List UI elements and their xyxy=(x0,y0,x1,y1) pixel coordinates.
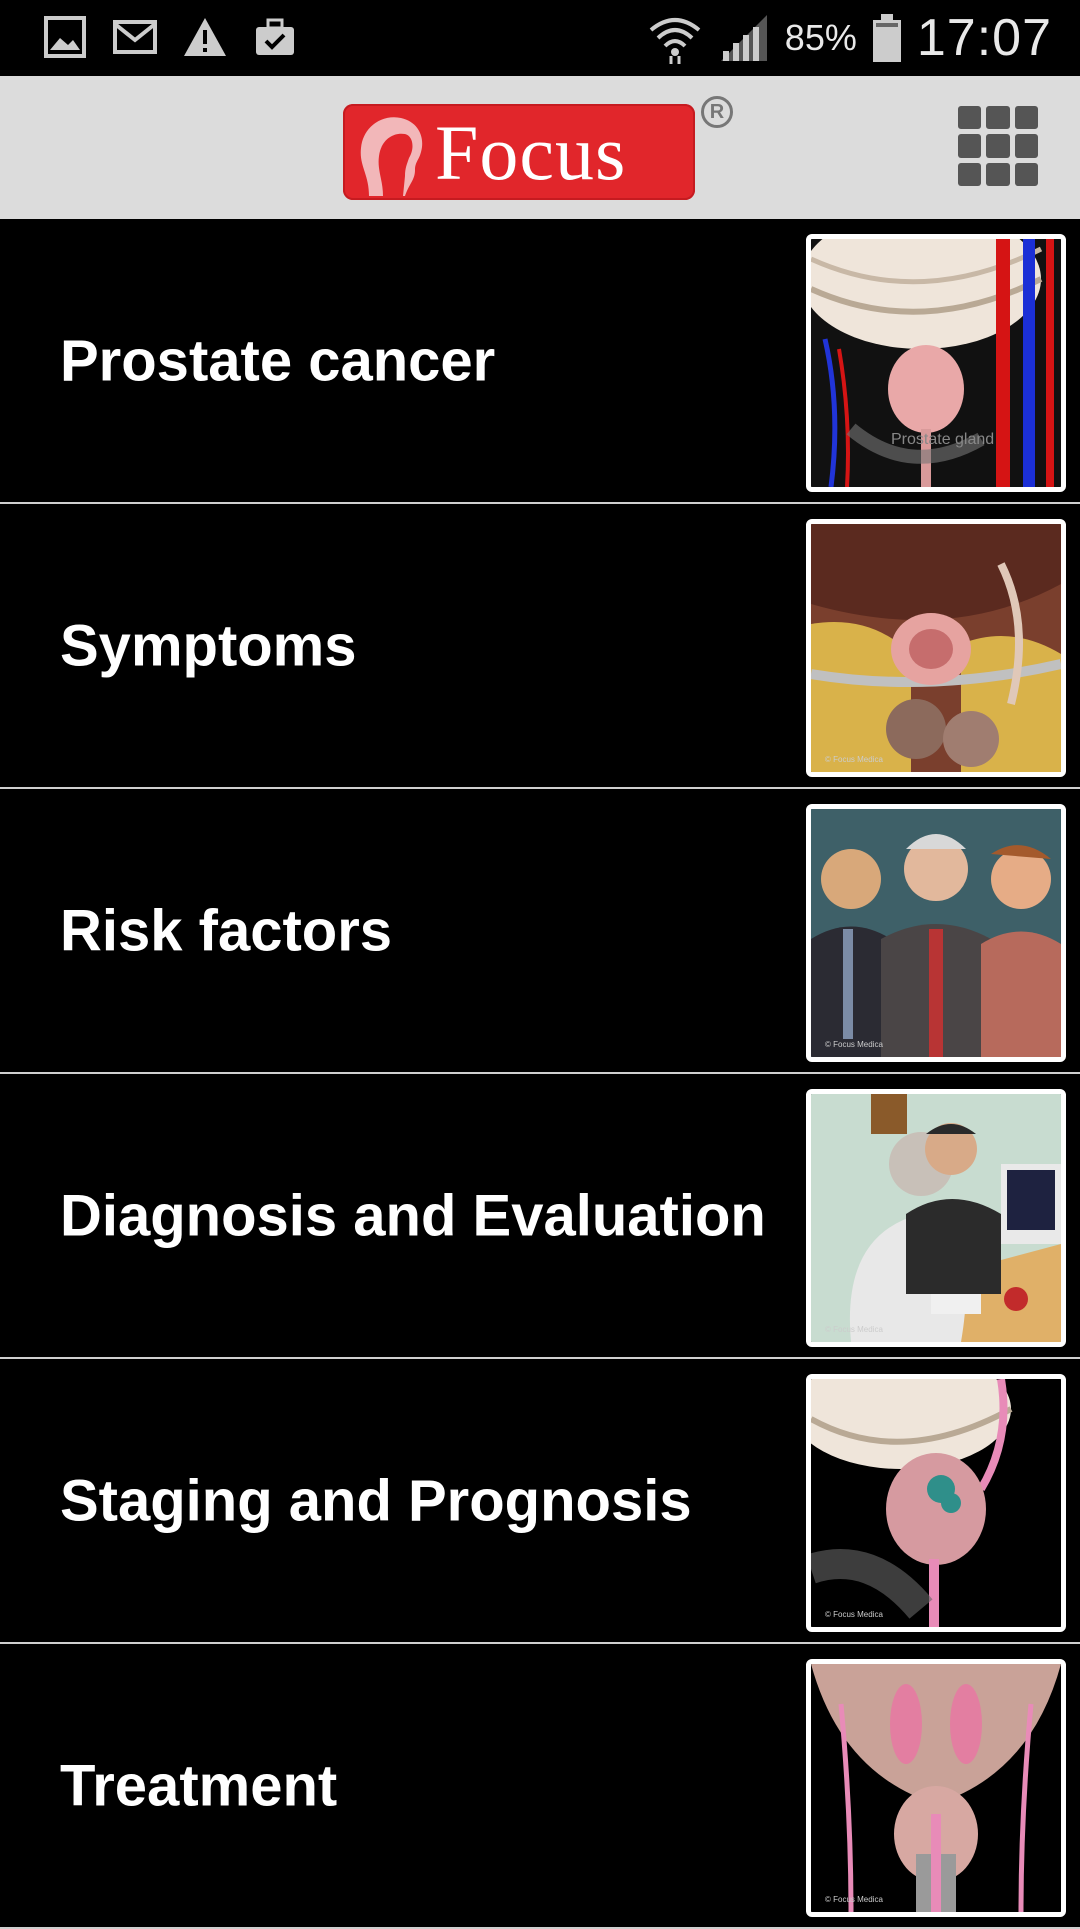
doctor-consultation-illustration: © Focus Medica xyxy=(811,1094,1061,1342)
system-status: 85% 17:07 xyxy=(647,6,1052,70)
topic-thumbnail[interactable]: © Focus Medica xyxy=(806,1659,1066,1917)
thumb-caption: Prostate gland xyxy=(891,431,994,448)
topic-item-risk-factors[interactable]: Risk factors © Focus Medica xyxy=(0,789,1080,1074)
gmail-icon xyxy=(113,20,157,54)
topic-item-staging-and-prognosis[interactable]: Staging and Prognosis © Focus Medica xyxy=(0,1359,1080,1644)
topic-thumbnail[interactable]: © Focus Medica xyxy=(806,1374,1066,1632)
topic-item-treatment[interactable]: Treatment © Focus Medica xyxy=(0,1644,1080,1929)
logo-text: Focus xyxy=(435,109,627,196)
grid-menu-icon[interactable] xyxy=(958,106,1038,186)
topic-label: Risk factors xyxy=(60,898,393,963)
topic-thumbnail[interactable]: Prostate gland xyxy=(806,234,1066,492)
briefcase-check-icon xyxy=(256,18,294,55)
topic-label: Diagnosis and Evaluation xyxy=(60,1183,766,1248)
topic-thumbnail[interactable]: © Focus Medica xyxy=(806,804,1066,1062)
topic-label: Symptoms xyxy=(60,613,357,678)
topic-label: Treatment xyxy=(60,1753,338,1818)
topic-item-prostate-cancer[interactable]: Prostate cancer Prostate gland xyxy=(0,219,1080,504)
focus-logo[interactable]: Focus R xyxy=(343,96,738,206)
prostate-tumor-image: © Focus Medica xyxy=(811,1379,1061,1627)
topic-item-diagnosis-and-evaluation[interactable]: Diagnosis and Evaluation © Focus Medica xyxy=(0,1074,1080,1359)
battery-percent: 85% xyxy=(784,17,857,58)
bladder-anatomy-image: © Focus Medica xyxy=(811,1664,1061,1912)
signal-icon xyxy=(720,15,767,61)
head-silhouette-icon xyxy=(360,117,423,196)
app-header: Focus R xyxy=(0,76,1080,221)
topic-thumbnail[interactable]: © Focus Medica xyxy=(806,519,1066,777)
prostate-anatomy-image: Prostate gland xyxy=(811,239,1061,487)
thumb-watermark: © Focus Medica xyxy=(825,1610,883,1619)
topic-item-symptoms[interactable]: Symptoms © Focus Medica xyxy=(0,504,1080,789)
topic-label: Prostate cancer xyxy=(60,328,496,393)
topic-list: Prostate cancer Prostate gland Symptoms xyxy=(0,219,1080,1929)
thumb-watermark: © Focus Medica xyxy=(825,1040,883,1049)
logo-badge: Focus xyxy=(343,104,695,200)
topic-label: Staging and Prognosis xyxy=(60,1468,692,1533)
status-bar: 85% 17:07 xyxy=(0,0,1080,76)
topic-thumbnail[interactable]: © Focus Medica xyxy=(806,1089,1066,1347)
pelvic-anatomy-image: © Focus Medica xyxy=(811,524,1061,772)
three-men-illustration: © Focus Medica xyxy=(811,809,1061,1057)
thumb-watermark: © Focus Medica xyxy=(825,1325,883,1334)
warning-icon xyxy=(184,18,226,56)
notification-icons xyxy=(40,12,300,62)
battery-icon xyxy=(872,14,901,62)
thumb-watermark: © Focus Medica xyxy=(825,1895,883,1904)
wifi-icon xyxy=(649,18,701,64)
gallery-icon xyxy=(44,16,86,58)
thumb-watermark: © Focus Medica xyxy=(825,755,883,764)
clock: 17:07 xyxy=(916,9,1052,67)
registered-mark: R xyxy=(701,96,733,128)
